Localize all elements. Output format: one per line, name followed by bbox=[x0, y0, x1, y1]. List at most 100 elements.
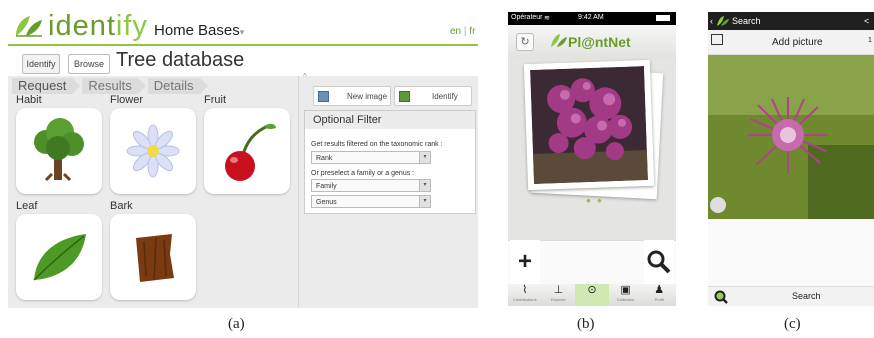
logo-prefix: ident bbox=[48, 10, 116, 42]
picture-count: 1 bbox=[868, 37, 872, 44]
status-bar: Opérateur ≋ 9:42 AM bbox=[508, 12, 676, 25]
plantnet-iphone-screen: Opérateur ≋ 9:42 AM ↻ Pl@ntNet ● ● + ⌇ C… bbox=[508, 12, 676, 306]
back-icon[interactable]: ‹ bbox=[710, 12, 713, 30]
clock: 9:42 AM bbox=[578, 14, 604, 21]
empty-area bbox=[708, 219, 874, 286]
refresh-icon[interactable]: ↻ bbox=[516, 33, 534, 51]
logo-suffix: ify bbox=[115, 10, 148, 42]
label-leaf: Leaf bbox=[16, 200, 38, 212]
collapse-caret-icon[interactable]: ^ bbox=[303, 72, 307, 81]
label-habit: Habit bbox=[16, 94, 42, 106]
family-hint: Or preselect a family or a genus : bbox=[311, 170, 415, 177]
identify-label: Identify bbox=[432, 91, 458, 101]
nav-bases[interactable]: Bases▾ bbox=[198, 22, 244, 39]
genus-select[interactable]: Genus ▾ bbox=[311, 195, 431, 208]
search-icon bbox=[647, 250, 671, 274]
tab-identify[interactable]: ⊙ bbox=[575, 284, 609, 306]
tab-collection[interactable]: ▣ Collection bbox=[609, 284, 643, 306]
panel-divider bbox=[298, 76, 299, 308]
add-picture-bar: Add picture 1 bbox=[708, 30, 874, 55]
plantnet-android-screen: ‹ Search < Add picture 1 Search bbox=[708, 12, 874, 306]
battery-icon bbox=[656, 15, 670, 21]
hierarchy-icon: ⊥ bbox=[553, 284, 564, 296]
add-button[interactable]: + bbox=[510, 240, 540, 284]
magnifier-leaf-icon: ⊙ bbox=[587, 284, 597, 296]
select-arrow-icon: ▾ bbox=[419, 180, 430, 191]
tile-bark[interactable] bbox=[110, 214, 196, 300]
tab-explorer-label: Explorer bbox=[550, 297, 566, 302]
profile-icon: ♟ bbox=[654, 284, 665, 296]
family-select[interactable]: Family ▾ bbox=[311, 179, 431, 192]
lang-separator: | bbox=[463, 26, 467, 37]
identify-icon bbox=[399, 90, 410, 102]
screen-title: Search bbox=[732, 16, 761, 26]
new-image-label: New image bbox=[347, 91, 388, 101]
collection-icon: ▣ bbox=[620, 284, 631, 296]
tab-profile-label: Profil bbox=[654, 297, 664, 302]
new-image-button[interactable]: New image bbox=[313, 86, 391, 106]
lang-fr[interactable]: fr bbox=[469, 26, 475, 37]
tab-contributions-label: Contributions bbox=[513, 297, 537, 302]
tree-icon bbox=[34, 118, 84, 182]
leaf-logo-icon bbox=[16, 16, 42, 37]
thistle-flower-photo[interactable] bbox=[708, 55, 874, 219]
label-flower: Flower bbox=[110, 94, 144, 106]
label-bark: Bark bbox=[110, 200, 133, 212]
flower-icon bbox=[126, 124, 180, 178]
page-indicator: ● ● bbox=[586, 196, 604, 205]
app-title: Pl@ntNet bbox=[568, 34, 631, 50]
filter-heading[interactable]: Optional Filter bbox=[305, 111, 475, 129]
tile-fruit[interactable] bbox=[204, 108, 290, 194]
identify-web-app: identify Home Bases▾ en | fr Identify Br… bbox=[8, 6, 478, 308]
search-label[interactable]: Search bbox=[792, 291, 821, 301]
search-button[interactable] bbox=[644, 240, 674, 284]
crumb-details[interactable]: Details bbox=[147, 78, 208, 94]
rank-hint: Get results filtered on the taxonomic ra… bbox=[311, 141, 443, 148]
tab-collection-label: Collection bbox=[616, 297, 635, 302]
select-arrow-icon: ▾ bbox=[419, 196, 430, 207]
rss-icon: ⌇ bbox=[522, 284, 528, 296]
optional-filter-panel: Optional Filter Get results filtered on … bbox=[304, 110, 476, 214]
wifi-icon: ≋ bbox=[544, 15, 550, 22]
nav-bases-label: Bases bbox=[198, 22, 240, 39]
label-fruit: Fruit bbox=[204, 94, 226, 106]
add-photo-icon[interactable] bbox=[711, 34, 723, 45]
share-icon[interactable]: < bbox=[864, 12, 869, 30]
caption-b: (b) bbox=[577, 316, 595, 332]
redbud-flower-photo bbox=[530, 66, 648, 184]
tab-profile[interactable]: ♟ Profil bbox=[642, 284, 676, 306]
leaf-icon bbox=[33, 234, 86, 281]
tile-flower[interactable] bbox=[110, 108, 196, 194]
tab-contributions[interactable]: ⌇ Contributions bbox=[508, 284, 542, 306]
identify-button[interactable]: Identify bbox=[394, 86, 472, 106]
plantnet-leaf-icon bbox=[551, 34, 567, 47]
caption-c: (c) bbox=[784, 316, 801, 332]
tile-habit[interactable] bbox=[16, 108, 102, 194]
identify-mode-button[interactable]: Identify bbox=[22, 54, 60, 74]
photo-card[interactable] bbox=[523, 59, 655, 191]
add-picture-label[interactable]: Add picture bbox=[772, 37, 823, 48]
bark-icon bbox=[136, 234, 174, 282]
tab-bar: ⌇ Contributions ⊥ Explorer ⊙ ▣ Collection ♟… bbox=[508, 284, 676, 306]
nav-home[interactable]: Home bbox=[154, 22, 194, 39]
browse-mode-button[interactable]: Browse bbox=[68, 54, 110, 74]
image-icon bbox=[318, 90, 329, 102]
rank-select[interactable]: Rank ▾ bbox=[311, 151, 431, 164]
action-bar-top: ‹ Search < bbox=[708, 12, 874, 30]
select-arrow-icon: ▾ bbox=[419, 152, 430, 163]
carrier-label: Opérateur bbox=[511, 14, 543, 21]
tab-explorer[interactable]: ⊥ Explorer bbox=[542, 284, 576, 306]
family-select-value: Family bbox=[316, 183, 337, 190]
caption-a: (a) bbox=[228, 316, 245, 332]
app-logo-text[interactable]: identify bbox=[48, 10, 148, 43]
page-title: Tree database bbox=[116, 49, 245, 71]
cherry-icon bbox=[225, 123, 276, 181]
search-leaf-icon[interactable] bbox=[714, 290, 728, 304]
crumb-results[interactable]: Results bbox=[82, 78, 147, 94]
breadcrumb: Request Results Details bbox=[12, 78, 210, 94]
lang-en[interactable]: en bbox=[450, 26, 461, 37]
crumb-request[interactable]: Request bbox=[12, 78, 81, 94]
header-divider bbox=[8, 44, 478, 46]
dropdown-arrow-icon: ▾ bbox=[239, 27, 245, 37]
tile-leaf[interactable] bbox=[16, 214, 102, 300]
